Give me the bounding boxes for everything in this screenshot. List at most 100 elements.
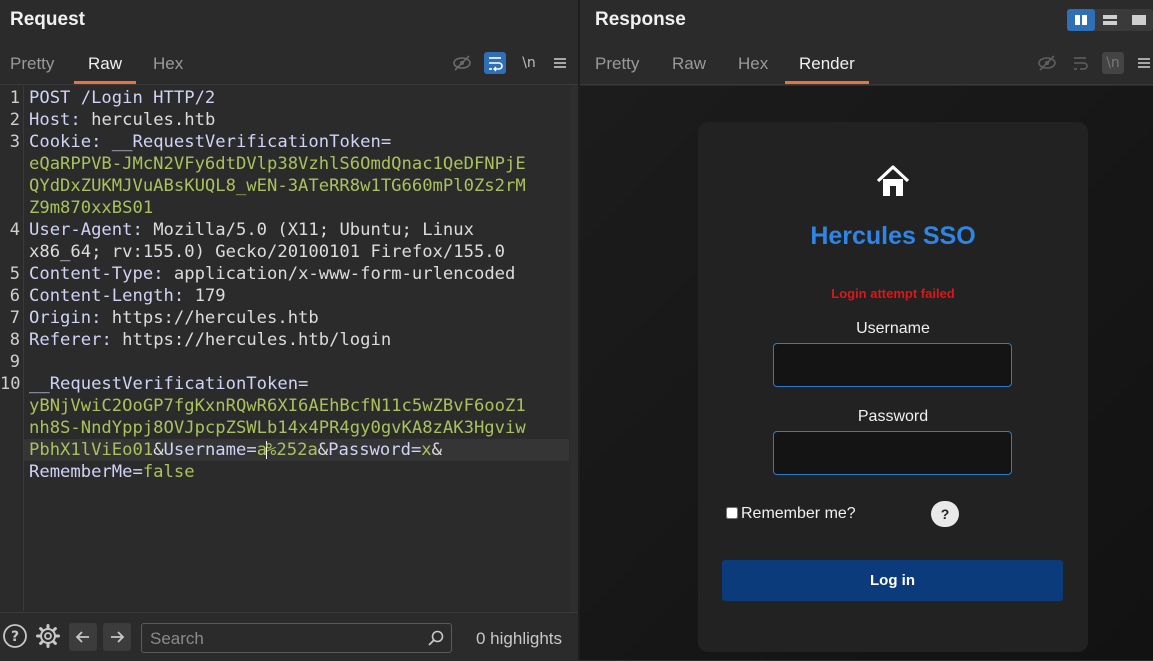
- header-key: Host: [29, 110, 71, 130]
- response-tab-pretty[interactable]: Pretty: [595, 46, 639, 84]
- header-value: 179: [184, 286, 226, 306]
- request-editor[interactable]: 1 2 3 4 5 6 7 8 9 10 POST /Login HTTP/2 …: [0, 86, 570, 611]
- header-value: https://hercules.htb: [101, 308, 319, 328]
- render-view: Hercules SSO Login attempt failed Userna…: [580, 86, 1153, 660]
- remember-me-checkbox[interactable]: [726, 507, 738, 519]
- request-tab-raw[interactable]: Raw: [73, 46, 137, 84]
- help-button[interactable]: ?: [931, 501, 959, 527]
- code-line: yBNjVwiC2OoGP7fgKxnRQwR6XI6AEhBcfN11c5wZ…: [29, 395, 569, 417]
- request-tab-hex[interactable]: Hex: [153, 46, 183, 84]
- search-icon[interactable]: [427, 629, 445, 652]
- header-key: Content-Length: [29, 286, 174, 306]
- response-tab-divider: [580, 84, 1153, 85]
- request-code[interactable]: POST /Login HTTP/2 Host: hercules.htb Co…: [24, 87, 569, 483]
- line-number: 5: [9, 264, 20, 284]
- line-number: 7: [9, 308, 20, 328]
- body-param-value: %252a: [266, 440, 318, 460]
- cookie-token: Z9m870xxBS01: [29, 198, 154, 218]
- home-icon: [874, 162, 912, 200]
- gear-icon[interactable]: [35, 623, 61, 649]
- response-tab-render[interactable]: Render: [785, 46, 869, 84]
- body-token: PbhX1lViEo01: [29, 440, 154, 460]
- line-number: 4: [9, 220, 20, 240]
- body-param-key: RememberMe=: [29, 462, 143, 482]
- code-line: User-Agent: Mozilla/5.0 (X11; Ubuntu; Li…: [29, 220, 474, 240]
- request-tab-divider: [0, 84, 578, 85]
- code-line: QYdDxZUKMJVuABsKUQL8_wEN-3ATeRR8w1TG660m…: [29, 175, 569, 197]
- body-param-key: Password=: [328, 440, 422, 460]
- arrow-left-icon[interactable]: [69, 623, 97, 651]
- menu-icon[interactable]: [549, 52, 571, 74]
- site-heading: Hercules SSO: [810, 222, 976, 250]
- search-box: [141, 623, 452, 653]
- newline-toggle[interactable]: \n: [1102, 52, 1124, 74]
- response-tab-hex[interactable]: Hex: [738, 46, 768, 84]
- code-line: Content-Type: application/x-www-form-url…: [29, 264, 516, 284]
- header-value: application/x-www-form-urlencoded: [163, 264, 516, 284]
- code-line: Referer: https://hercules.htb/login: [29, 330, 392, 350]
- hide-icon[interactable]: [451, 52, 473, 74]
- remember-me-label: Remember me?: [741, 505, 856, 522]
- line-number: 2: [9, 110, 20, 130]
- code-line: Host: hercules.htb: [29, 110, 216, 130]
- login-card: Hercules SSO Login attempt failed Userna…: [698, 122, 1088, 652]
- code-line: nh8S-NndYppj8OVJpcpZSWLb14x4PR4gy0gvKA8z…: [29, 417, 569, 439]
- code-line: Z9m870xxBS01: [29, 197, 569, 219]
- body-param-value: false: [142, 462, 195, 482]
- line-number: 3: [9, 132, 20, 152]
- search-input[interactable]: [148, 627, 422, 651]
- newline-toggle[interactable]: \n: [518, 52, 540, 74]
- response-pane: Response Pretty Raw Hex Render \n Hercul…: [580, 0, 1153, 660]
- request-pane: Request Pretty Raw Hex \n 1 2 3 4 5 6 7 …: [0, 0, 578, 661]
- menu-icon[interactable]: [1133, 52, 1153, 74]
- request-title: Request: [10, 9, 85, 30]
- body-param-value: x: [421, 440, 432, 460]
- response-title: Response: [595, 9, 686, 30]
- code-line: RememberMe=false: [29, 461, 569, 483]
- wrap-icon[interactable]: [484, 52, 506, 74]
- error-message: Login attempt failed: [831, 286, 955, 301]
- header-value: https://hercules.htb/login: [111, 330, 392, 350]
- arrow-right-icon[interactable]: [103, 623, 131, 651]
- layout-split-icon[interactable]: [1067, 9, 1095, 31]
- svg-text:?: ?: [11, 629, 19, 645]
- layout-rows-icon[interactable]: [1096, 9, 1124, 31]
- password-field[interactable]: [773, 431, 1012, 475]
- login-button[interactable]: Log in: [722, 560, 1063, 601]
- request-tab-pretty[interactable]: Pretty: [10, 46, 54, 84]
- highlight-count: 0 highlights: [476, 629, 563, 648]
- body-param-key: Username=: [163, 440, 257, 460]
- response-tab-raw[interactable]: Raw: [672, 46, 706, 84]
- header-value: Mozilla/5.0 (X11; Ubuntu; Linux: [142, 220, 474, 240]
- wrap-icon[interactable]: [1069, 52, 1091, 74]
- header-key: User-Agent: [29, 220, 133, 240]
- line-number: 1: [9, 88, 20, 108]
- remember-me[interactable]: Remember me?: [726, 505, 856, 523]
- line-number: 8: [9, 330, 20, 350]
- header-key: Origin: [29, 308, 92, 328]
- username-field[interactable]: [773, 343, 1012, 387]
- editor-scrollbar[interactable]: [570, 86, 578, 611]
- request-bottom-bar: ? 0 highlights: [0, 612, 578, 661]
- header-key: Content-Type: [29, 264, 154, 284]
- header-key: Cookie: [29, 132, 92, 152]
- cookie-token: QYdDxZUKMJVuABsKUQL8_wEN-3ATeRR8w1TG660m…: [29, 176, 526, 196]
- body-param-key: __RequestVerificationToken=: [29, 374, 309, 394]
- line-number: 6: [9, 286, 20, 306]
- code-line: __RequestVerificationToken=: [29, 373, 569, 395]
- code-line: eQaRPPVB-JMcN2VFy6dtDVlp38VzhlS6OmdQnac1…: [29, 153, 569, 175]
- code-line: Content-Length: 179: [29, 286, 226, 306]
- layout-single-icon[interactable]: [1125, 9, 1153, 31]
- code-line: Cookie: __RequestVerificationToken=: [29, 132, 392, 152]
- help-circle-icon[interactable]: ?: [2, 623, 28, 649]
- hide-icon[interactable]: [1036, 52, 1058, 74]
- code-line: POST /Login HTTP/2: [29, 87, 569, 109]
- line-gutter: 1 2 3 4 5 6 7 8 9 10: [0, 86, 24, 611]
- code-line-current: PbhX1lViEo01&Username=a%252a&Password=x&: [24, 439, 569, 461]
- body-token: nh8S-NndYppj8OVJpcpZSWLb14x4PR4gy0gvKA8z…: [29, 418, 526, 438]
- response-tabs: Pretty Raw Hex Render: [580, 46, 1153, 84]
- header-value: x86_64; rv:155.0) Gecko/20100101 Firefox…: [29, 242, 505, 262]
- cookie-name: __RequestVerificationToken=: [111, 132, 392, 152]
- layout-toggle-group: [1067, 9, 1153, 31]
